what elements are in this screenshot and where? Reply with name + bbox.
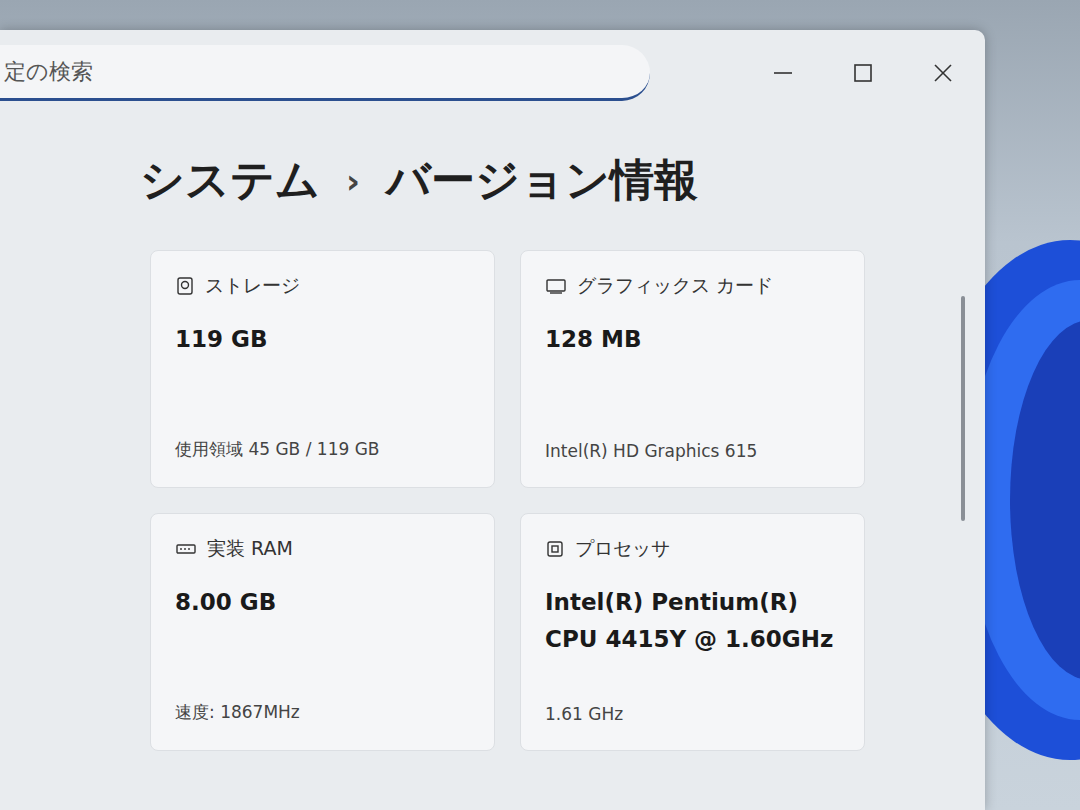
card-detail: 1.61 GHz	[545, 688, 840, 724]
spec-card: ストレージ 119 GB 使用領域 45 GB / 119 GB	[150, 250, 495, 488]
card-value: 119 GB	[175, 321, 470, 358]
card-value: 8.00 GB	[175, 584, 470, 621]
close-icon[interactable]	[931, 61, 955, 85]
card-detail: Intel(R) HD Graphics 615	[545, 425, 840, 461]
minimize-icon[interactable]	[771, 61, 795, 85]
card-value: Intel(R) Pentium(R) CPU 4415Y @ 1.60GHz	[545, 584, 840, 658]
spec-cards: ストレージ 119 GB 使用領域 45 GB / 119 GB グラフィックス カー…	[150, 250, 961, 751]
settings-window: 定の検索システム › バージョン情報ストレージ 119 GB 使用領域 45 GB / …	[0, 30, 985, 810]
scrollbar[interactable]	[961, 296, 965, 521]
drive-icon	[175, 276, 195, 296]
breadcrumb-item: バージョン情報	[386, 151, 698, 210]
search-placeholder: 定の検索	[4, 57, 93, 87]
spec-card: 実装 RAM 8.00 GB 速度: 1867MHz	[150, 513, 495, 751]
window-controls	[771, 61, 965, 85]
card-label: プロセッサ	[575, 536, 670, 562]
card-label: グラフィックス カード	[577, 273, 773, 299]
display-icon	[545, 276, 567, 296]
title-bar: 定の検索	[0, 30, 985, 101]
spec-card: プロセッサ Intel(R) Pentium(R) CPU 4415Y @ 1.6…	[520, 513, 865, 751]
card-label: 実装 RAM	[207, 536, 293, 562]
search-field[interactable]: 定の検索	[0, 45, 650, 101]
desktop: 定の検索システム › バージョン情報ストレージ 119 GB 使用領域 45 GB / …	[0, 0, 1080, 810]
maximize-icon[interactable]	[851, 61, 875, 85]
card-label: ストレージ	[205, 273, 300, 299]
breadcrumb: システム › バージョン情報	[140, 151, 961, 210]
memory-icon	[175, 539, 197, 559]
card-value: 128 MB	[545, 321, 840, 358]
card-detail: 速度: 1867MHz	[175, 685, 470, 724]
chip-icon	[545, 539, 565, 559]
card-detail: 使用領域 45 GB / 119 GB	[175, 422, 470, 461]
breadcrumb-item[interactable]: システム	[140, 151, 320, 210]
breadcrumb-separator: ›	[346, 161, 360, 201]
spec-card: グラフィックス カード 128 MB Intel(R) HD Graphics 61…	[520, 250, 865, 488]
